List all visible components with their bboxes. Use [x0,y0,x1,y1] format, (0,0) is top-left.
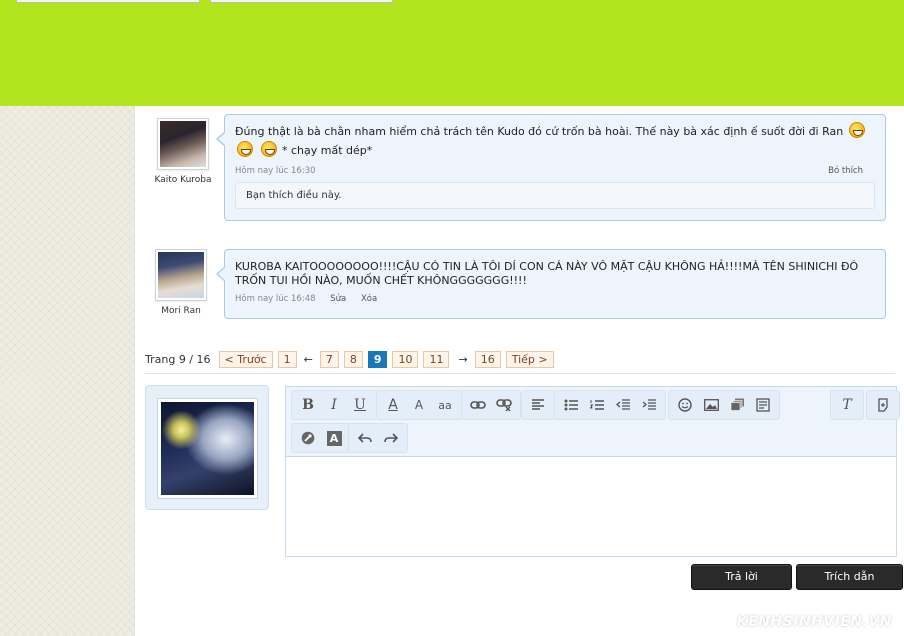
toggle-bbcode-icon[interactable] [870,392,896,418]
toolbar-group-link [461,390,521,420]
toolbar-group-align [521,390,555,420]
underline-icon[interactable]: U [347,392,373,418]
message-bubble: KUROBA KAITOOOOOOOO!!!!CẬU CÓ TIN LÀ TÔI… [216,249,886,319]
message-bubble: Đúng thật là bà chằn nham hiểm chả trách… [216,114,886,221]
avatar-ran-image [158,252,204,298]
editor-toolbar: B I U A A aa T A [286,387,900,457]
toolbar-group-toggle [866,390,900,420]
page-link[interactable]: 11 [423,350,450,368]
remove-format-icon[interactable]: T [834,392,860,418]
post-author: Mori Ran [141,249,221,316]
avatar[interactable] [157,398,258,499]
laughing-smiley-icon [848,122,865,138]
reply-editor: B I U A A aa T A [285,386,900,557]
page-link[interactable]: 7 [319,350,339,368]
page-link-current[interactable]: 9 [367,350,388,368]
left-arrow-icon[interactable]: ← [304,353,313,366]
page-label: Trang 9 / 16 [145,352,211,366]
page-link[interactable]: 10 [392,350,419,368]
toolbar-group-list [554,390,666,420]
undo-icon[interactable] [352,425,378,451]
page-link[interactable]: 8 [343,350,363,368]
watermark-logo: KENHSINHVIEN.VN [736,614,892,630]
right-arrow-icon[interactable]: → [458,353,467,366]
post-time[interactable]: Hôm nay lúc 16:30 [235,166,316,176]
text-color-icon[interactable]: A [380,392,406,418]
pagination: Trang 9 / 16 < Trước 1 ← 7 8 9 10 11 → 1… [145,349,554,369]
unlike-link[interactable]: Bỏ thích [828,166,863,176]
toolbar-group-basic: B I U [291,390,377,420]
bullet-list-icon[interactable] [558,392,584,418]
reply-avatar-image [161,402,254,495]
next-page-link[interactable]: Tiếp > [505,350,554,368]
message-text-part1: Đúng thật là bà chằn nham hiểm chả trách… [235,125,844,138]
font-icon-glyph: A [326,430,342,446]
avatar-kaito-image [160,121,206,167]
font-icon[interactable]: A [321,425,347,451]
font-size-icon[interactable]: A [406,392,432,418]
message-meta: Hôm nay lúc 16:48 Sửa Xóa [235,294,875,304]
image-icon[interactable] [698,392,724,418]
indent-icon[interactable] [636,392,662,418]
site-header [0,0,904,106]
message-text-part2: * chạy mất dép* [282,144,373,157]
avatar[interactable] [157,118,209,170]
font-family-icon[interactable]: aa [432,392,458,418]
laughing-smiley-icon [237,141,253,157]
bold-icon[interactable]: B [295,392,321,418]
post-time[interactable]: Hôm nay lúc 16:48 [235,294,316,304]
thread-content: Kaito Kuroba Đúng thật là bà chằn nham h… [134,106,904,636]
media-icon[interactable] [724,392,750,418]
divider [145,373,895,374]
edit-link[interactable]: Sửa [330,294,346,304]
username[interactable]: Mori Ran [141,306,221,316]
header-input-left[interactable] [16,0,200,3]
toolbar-group-right: T [830,390,864,420]
outdent-icon[interactable] [610,392,636,418]
page-link-first[interactable]: 1 [277,350,297,368]
avatar[interactable] [155,249,207,301]
align-icon[interactable] [525,392,551,418]
unlink-icon[interactable] [491,392,517,418]
page-link-last[interactable]: 16 [474,350,501,368]
delete-link[interactable]: Xóa [361,294,377,304]
link-icon[interactable] [465,392,491,418]
wrench-icon[interactable] [295,425,321,451]
message-meta: Hôm nay lúc 16:30 Bỏ thích [235,166,875,176]
redo-icon[interactable] [378,425,404,451]
message-editor-input[interactable] [286,457,896,557]
prev-page-link[interactable]: < Trước [218,350,273,368]
post-author: Kaito Kuroba [143,118,223,185]
italic-icon[interactable]: I [321,392,347,418]
username[interactable]: Kaito Kuroba [143,175,223,185]
likes-summary: Bạn thích điều này. [235,182,875,209]
reply-button[interactable]: Trả lời [691,564,792,590]
reply-author-box [145,385,269,510]
quote-button[interactable]: Trích dẫn [796,564,903,590]
header-input-right[interactable] [210,0,393,3]
toolbar-group-insert [668,390,780,420]
toolbar-group-history [348,423,408,453]
toolbar-group-font: A A aa [376,390,462,420]
toolbar-group-tools: A [291,423,351,453]
message-text: KUROBA KAITOOOOOOOO!!!!CẬU CÓ TIN LÀ TÔI… [235,260,859,287]
numbered-list-icon[interactable] [584,392,610,418]
message-text: Đúng thật là bà chằn nham hiểm chả trách… [235,122,875,160]
smilie-icon[interactable] [672,392,698,418]
insert-more-icon[interactable] [750,392,776,418]
laughing-smiley-icon [260,141,277,157]
